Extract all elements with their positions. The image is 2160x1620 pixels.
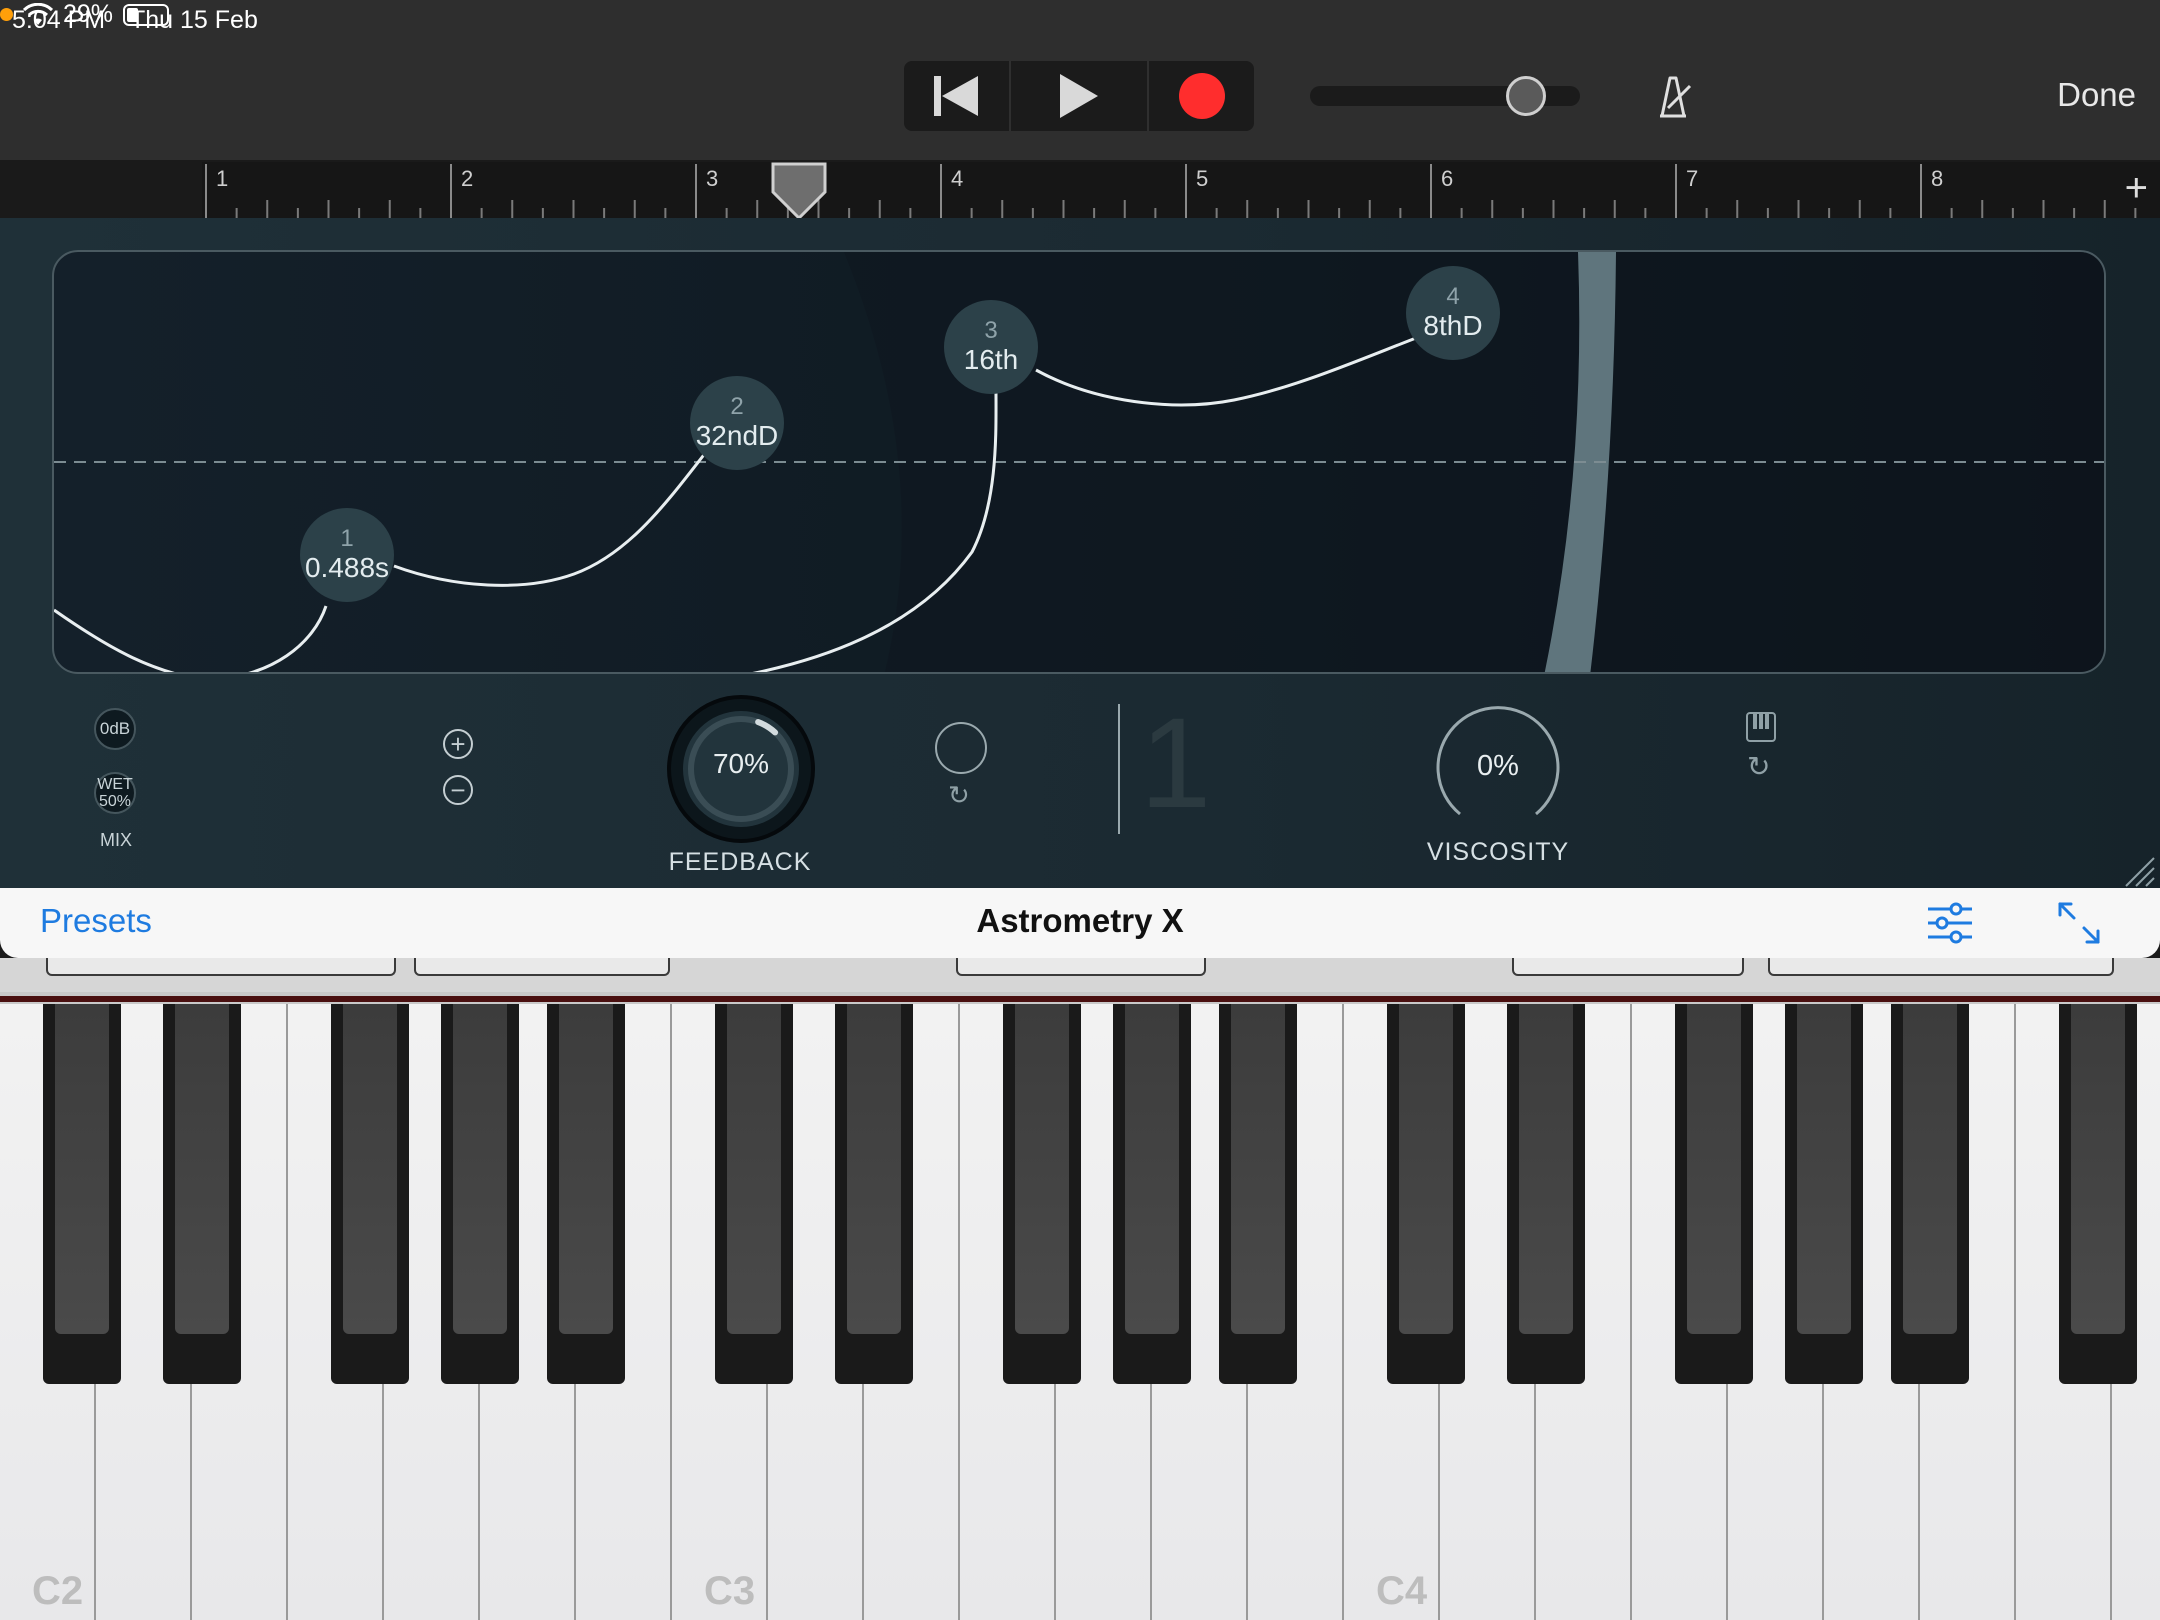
tap-curve bbox=[393, 441, 716, 587]
add-section-button[interactable]: + bbox=[2125, 168, 2148, 208]
black-key[interactable] bbox=[835, 1004, 913, 1384]
black-key[interactable] bbox=[1785, 1004, 1863, 1384]
volume-thumb[interactable] bbox=[1506, 76, 1546, 116]
tap-time: 8thD bbox=[1423, 310, 1483, 341]
keyboard-range-strip[interactable] bbox=[0, 958, 2160, 992]
skip-back-icon bbox=[934, 76, 979, 116]
transport-controls bbox=[904, 61, 1254, 131]
black-key[interactable] bbox=[1891, 1004, 1969, 1384]
delay-tap-graph[interactable]: 1 0.488s 2 32ndD 3 16th 4 8thD bbox=[52, 250, 2106, 674]
wet-mix-knob[interactable]: WET 50% bbox=[94, 772, 136, 814]
black-key[interactable] bbox=[1113, 1004, 1191, 1384]
range-segment bbox=[1768, 958, 2114, 976]
delay-tap-node-4[interactable]: 4 8thD bbox=[1406, 266, 1500, 360]
battery-icon bbox=[123, 3, 170, 26]
sliders-icon[interactable] bbox=[1926, 902, 1974, 944]
octave-label: C2 bbox=[32, 1569, 84, 1613]
plugin-title: Astrometry X bbox=[976, 902, 1184, 939]
tap-time: 32ndD bbox=[695, 420, 779, 451]
ruler-ticks: 1 2 3 4 5 6 7 8 bbox=[205, 164, 2137, 218]
bar-number: 4 bbox=[951, 166, 963, 191]
wet-label: WET bbox=[97, 776, 133, 793]
piano-keys-icon[interactable] bbox=[1746, 712, 1776, 742]
delay-tap-node-2[interactable]: 2 32ndD bbox=[690, 376, 784, 470]
black-key[interactable] bbox=[2059, 1004, 2137, 1384]
range-segment bbox=[956, 958, 1206, 976]
bar-number: 6 bbox=[1441, 166, 1453, 191]
tap-index: 3 bbox=[984, 317, 998, 344]
graph-curves bbox=[54, 252, 2104, 672]
bar-number: 5 bbox=[1196, 166, 1208, 191]
record-icon bbox=[1178, 73, 1225, 119]
range-segment bbox=[1512, 958, 1744, 976]
bar-number: 8 bbox=[1931, 166, 1943, 191]
black-key[interactable] bbox=[331, 1004, 409, 1384]
astrometry-plugin-panel: 1 0.488s 2 32ndD 3 16th 4 8thD 0dB WET 5… bbox=[0, 218, 2160, 888]
mix-label: MIX bbox=[99, 830, 132, 850]
play-icon bbox=[1059, 74, 1098, 118]
black-key[interactable] bbox=[547, 1004, 625, 1384]
black-key[interactable] bbox=[163, 1004, 241, 1384]
tap-time: 0.488s bbox=[304, 552, 390, 583]
tap-index: 1 bbox=[340, 525, 354, 552]
refresh-icon[interactable]: ↻ bbox=[948, 780, 970, 811]
timeline-ruler[interactable]: 1 2 3 4 5 6 7 8 bbox=[202, 162, 2160, 218]
octave-label: C3 bbox=[704, 1569, 756, 1613]
range-segment bbox=[414, 958, 670, 976]
bar-number: 2 bbox=[461, 166, 473, 191]
viscosity-label: VISCOSITY bbox=[1426, 838, 1570, 866]
record-button[interactable] bbox=[1149, 61, 1254, 131]
bar-number: 1 bbox=[216, 166, 228, 191]
viscosity-value: 0% bbox=[1477, 750, 1519, 782]
done-button[interactable]: Done bbox=[2057, 76, 2136, 114]
tempo-sync-button[interactable] bbox=[935, 722, 987, 774]
metronome-icon[interactable] bbox=[1648, 72, 1698, 122]
resize-grip-icon[interactable] bbox=[2120, 852, 2156, 888]
tap-index: 4 bbox=[1446, 283, 1460, 310]
black-key[interactable] bbox=[715, 1004, 793, 1384]
black-key[interactable] bbox=[1507, 1004, 1585, 1384]
range-segment bbox=[46, 958, 396, 976]
keyboard-felt-strip bbox=[0, 996, 2160, 1002]
tap-index: 2 bbox=[730, 393, 744, 420]
black-key[interactable] bbox=[1675, 1004, 1753, 1384]
black-key[interactable] bbox=[1387, 1004, 1465, 1384]
add-tap-button[interactable]: + bbox=[443, 729, 473, 759]
black-key[interactable] bbox=[1003, 1004, 1081, 1384]
preset-number-display: 1 bbox=[1140, 692, 1212, 835]
status-time: 5:04 PM bbox=[12, 6, 106, 34]
master-volume-slider[interactable] bbox=[1310, 76, 1580, 116]
refresh-icon[interactable]: ↻ bbox=[1747, 750, 1770, 783]
wet-value: 50% bbox=[98, 793, 132, 810]
battery-level bbox=[127, 7, 139, 22]
top-bar: 5:04 PM Thu 15 Feb 29% Done bbox=[0, 0, 2160, 160]
black-key[interactable] bbox=[1219, 1004, 1297, 1384]
divider bbox=[1118, 704, 1120, 834]
tap-curve bbox=[54, 605, 328, 672]
output-level-knob[interactable]: 0dB bbox=[94, 708, 136, 750]
remove-tap-button[interactable]: − bbox=[443, 775, 473, 805]
black-key[interactable] bbox=[43, 1004, 121, 1384]
feedback-label: FEEDBACK bbox=[668, 848, 812, 876]
piano-keyboard[interactable]: C2 C3 C4 bbox=[0, 1004, 2160, 1620]
tap-time: 16th bbox=[963, 344, 1019, 375]
playhead-handle[interactable] bbox=[770, 162, 828, 220]
bar-number: 3 bbox=[706, 166, 718, 191]
feedback-value: 70% bbox=[712, 748, 770, 779]
plugin-header-bar: Presets Astrometry X bbox=[0, 888, 2160, 958]
play-button[interactable] bbox=[1011, 61, 1150, 131]
octave-label: C4 bbox=[1376, 1569, 1428, 1613]
rewind-button[interactable] bbox=[904, 61, 1011, 131]
delay-tap-node-3[interactable]: 3 16th bbox=[944, 300, 1038, 394]
expand-icon[interactable] bbox=[2056, 900, 2102, 946]
delay-tap-node-1[interactable]: 1 0.488s bbox=[300, 508, 394, 602]
black-key[interactable] bbox=[441, 1004, 519, 1384]
bar-number: 7 bbox=[1686, 166, 1698, 191]
status-indicators: 29% bbox=[0, 0, 2160, 29]
